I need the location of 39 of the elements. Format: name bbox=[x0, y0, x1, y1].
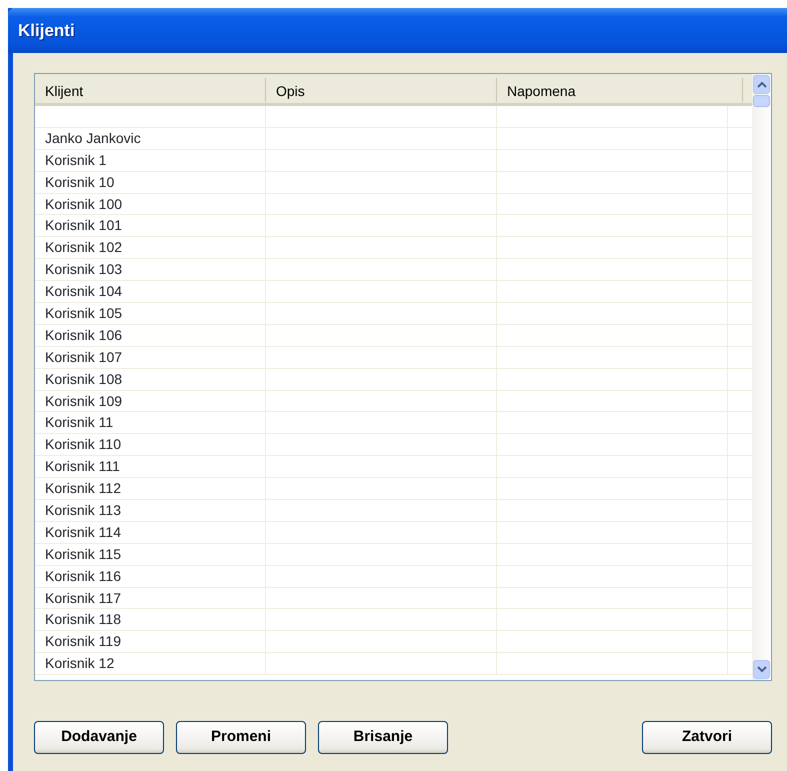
table-cell: Korisnik 117 bbox=[35, 588, 266, 609]
window-title: Klijenti bbox=[18, 20, 75, 42]
down-chevron-icon bbox=[756, 666, 766, 673]
column-header[interactable]: Klijent bbox=[35, 78, 266, 102]
table-cell: Korisnik 109 bbox=[35, 390, 266, 412]
table-cell: Korisnik 108 bbox=[35, 368, 266, 390]
table-cell: Korisnik 101 bbox=[35, 215, 266, 236]
column-header[interactable]: Opis bbox=[266, 78, 497, 102]
table-cell: Korisnik 119 bbox=[35, 631, 266, 652]
table-cell: Korisnik 106 bbox=[35, 324, 266, 346]
dialog-button[interactable]: Zatvori bbox=[642, 721, 772, 754]
table-cell: Janko Jankovic bbox=[35, 128, 266, 149]
table-cell: Korisnik 104 bbox=[35, 281, 266, 302]
up-chevron-icon bbox=[756, 81, 766, 88]
table-cell: Korisnik 116 bbox=[35, 566, 266, 587]
table-cell: Korisnik 105 bbox=[35, 303, 266, 324]
scrollbar[interactable] bbox=[752, 74, 771, 680]
table-cell: Korisnik 11 bbox=[35, 412, 266, 434]
scroll-down-button[interactable] bbox=[753, 660, 770, 679]
table-cell: Korisnik 118 bbox=[35, 609, 266, 630]
column-header[interactable]: Napomena bbox=[497, 78, 743, 102]
table-cell: Korisnik 1 bbox=[35, 150, 266, 171]
dialog-button[interactable]: Dodavanje bbox=[34, 721, 164, 754]
table-cell: Korisnik 103 bbox=[35, 259, 266, 280]
dialog-button[interactable]: Promeni bbox=[176, 721, 306, 754]
table-cell: Korisnik 10 bbox=[35, 172, 266, 193]
table-cell: Korisnik 113 bbox=[35, 500, 266, 522]
table-cell: Korisnik 107 bbox=[35, 346, 266, 368]
dialog-button[interactable]: Brisanje bbox=[318, 721, 448, 754]
table-cell: Korisnik 102 bbox=[35, 237, 266, 258]
scroll-thumb[interactable] bbox=[753, 95, 770, 107]
table-cell: Korisnik 12 bbox=[35, 653, 266, 674]
table-cell: Korisnik 112 bbox=[35, 478, 266, 500]
table-cell: Korisnik 114 bbox=[35, 522, 266, 543]
table-cell: Korisnik 100 bbox=[35, 194, 266, 215]
table-cell: Korisnik 115 bbox=[35, 544, 266, 565]
table-cell: Korisnik 111 bbox=[35, 456, 266, 478]
table-cell: Korisnik 110 bbox=[35, 434, 266, 456]
scroll-up-button[interactable] bbox=[753, 75, 770, 94]
